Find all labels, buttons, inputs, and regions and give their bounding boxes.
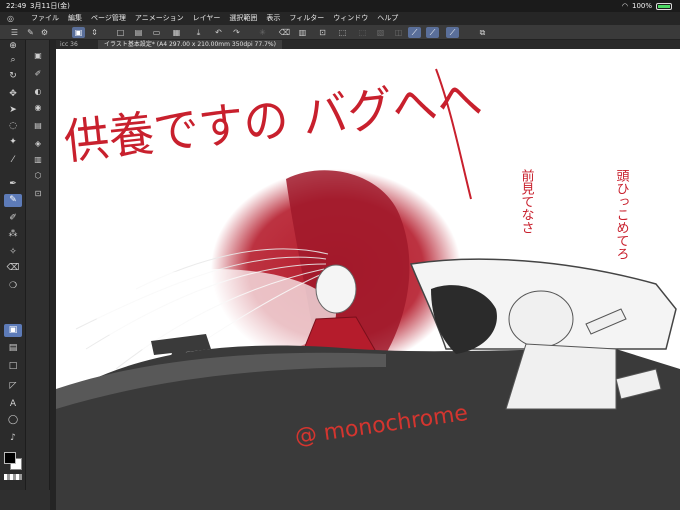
open-folder-icon[interactable]: ▭: [150, 27, 163, 38]
subtool-history-icon[interactable]: ▥: [30, 154, 46, 166]
rotate-icon[interactable]: ↻: [4, 70, 22, 83]
hair-cloud: [96, 269, 336, 359]
fill-icon[interactable]: ▥: [296, 27, 309, 38]
menu-edit[interactable]: 編集: [68, 12, 82, 25]
note-right: 頭ひっこめてろ: [614, 169, 630, 260]
blend-icon[interactable]: ❍: [4, 280, 22, 293]
color-swatch[interactable]: [4, 452, 22, 470]
airbrush-icon[interactable]: ⁂: [4, 228, 22, 241]
subtool-palette-icon[interactable]: ◐: [30, 86, 46, 98]
tab-document[interactable]: イラスト基本設定* (A4 297.00 x 210.00mm 350dpi 7…: [98, 40, 282, 49]
sub-tool-column: ▣ ✐ ◐ ◉ ▤ ◈ ▥ ⬡ ⊡: [26, 40, 50, 220]
clear-icon[interactable]: ⌫: [278, 27, 291, 38]
subtool-ruler-icon[interactable]: ▤: [30, 120, 46, 132]
pointer-icon[interactable]: ➤: [4, 104, 22, 117]
export-icon[interactable]: ⤓: [192, 27, 205, 38]
search-icon[interactable]: ⌕: [4, 54, 22, 67]
subtool-import-icon[interactable]: ⊡: [30, 188, 46, 200]
menu-window[interactable]: ウィンドウ: [333, 12, 368, 25]
ruler-snap-icon[interactable]: ⟋: [408, 27, 421, 38]
battery-percent: 100%: [631, 2, 652, 10]
selection-icon[interactable]: ⬚: [336, 27, 349, 38]
redo-icon[interactable]: ↷: [230, 27, 243, 38]
fill-tool-icon[interactable]: ▣: [4, 324, 22, 337]
eyedropper-icon[interactable]: ⁄: [4, 154, 22, 167]
command-bar: ☰ ✎ ⚙ ▣ ⇕ □ ▤ ▭ ▦ ⤓ ↶ ↷ ✳ ⌫ ▥ ⊡ ⬚ ⬚ ▧ ◫ …: [0, 25, 680, 40]
pen-toggle-icon[interactable]: ✎: [24, 27, 37, 38]
correct-line-icon[interactable]: ♪: [4, 432, 22, 445]
foreground-color[interactable]: [4, 452, 16, 464]
status-time: 22:49: [6, 2, 27, 10]
battery-icon: [656, 2, 672, 10]
transform-icon[interactable]: ⊡: [316, 27, 329, 38]
subtool-navigator-icon[interactable]: ◉: [30, 102, 46, 114]
save-icon[interactable]: ▦: [170, 27, 183, 38]
menu-file[interactable]: ファイル: [31, 12, 59, 25]
move-icon[interactable]: ✥: [4, 88, 22, 101]
subtool-3d-icon[interactable]: ⬡: [30, 170, 46, 182]
app-logo-icon[interactable]: ◎: [7, 12, 17, 25]
menu-selection[interactable]: 選択範囲: [229, 12, 257, 25]
decoration-icon[interactable]: ✧: [4, 246, 22, 259]
magic-wand-icon[interactable]: ✦: [4, 136, 22, 149]
status-date: 3月11日(金): [30, 2, 70, 10]
document-tab-bar: icc 36 イラスト基本設定* (A4 297.00 x 210.00mm 3…: [56, 40, 680, 49]
figure-icon[interactable]: □: [4, 360, 22, 373]
menu-page[interactable]: ページ管理: [91, 12, 126, 25]
drawing-canvas[interactable]: 供養ですの バグへへ 前見てなさ 頭ひっこめてろ @ monochrome: [56, 49, 680, 510]
artwork: 供養ですの バグへへ 前見てなさ 頭ひっこめてろ @ monochrome: [56, 68, 680, 510]
new-file-icon[interactable]: □: [114, 27, 127, 38]
subtool-material-icon[interactable]: ◈: [30, 138, 46, 150]
balloon-icon[interactable]: ◯: [4, 414, 22, 427]
zoom-icon[interactable]: ⊕: [4, 40, 22, 53]
crop-icon[interactable]: ◫: [392, 27, 405, 38]
undo-icon[interactable]: ↶: [212, 27, 225, 38]
pencil-icon[interactable]: ✎: [4, 194, 22, 207]
wifi-icon: ◠: [621, 2, 628, 10]
sub-tool-column-empty: [26, 220, 50, 490]
lasso-icon[interactable]: ◌: [4, 120, 22, 133]
gradient-icon[interactable]: ▤: [4, 342, 22, 355]
transparent-color[interactable]: [4, 474, 22, 480]
tool-bar: ⊕ ⌕ ↻ ✥ ➤ ◌ ✦ ⁄ ✒ ✎ ✐ ⁂ ✧ ⌫ ❍ ▣ ▤ □ ◸ A …: [0, 40, 26, 490]
note-left: 前見てなさ: [519, 168, 535, 234]
chevron-updown-icon[interactable]: ⇕: [88, 27, 101, 38]
invert-selection-icon[interactable]: ▧: [374, 27, 387, 38]
subtool-layer-icon[interactable]: ▣: [30, 50, 46, 62]
subtool-brush-icon[interactable]: ✐: [30, 68, 46, 80]
loading-icon[interactable]: ✳: [256, 27, 269, 38]
tab-small[interactable]: icc 36: [60, 40, 78, 49]
copy-icon[interactable]: ⧉: [476, 27, 489, 38]
menu-filter[interactable]: フィルター: [289, 12, 324, 25]
eraser-icon[interactable]: ⌫: [4, 262, 22, 275]
special-ruler-snap-icon[interactable]: ⟋: [426, 27, 439, 38]
brush-icon[interactable]: ✐: [4, 212, 22, 225]
menu-help[interactable]: ヘルプ: [377, 12, 398, 25]
frame-icon[interactable]: ◸: [4, 380, 22, 393]
canvas-title-text: 供養ですの バグへへ: [61, 71, 485, 171]
open-file-icon[interactable]: ▤: [132, 27, 145, 38]
menu-view[interactable]: 表示: [266, 12, 280, 25]
menu-toggle-icon[interactable]: ☰: [8, 27, 21, 38]
status-right: ◠ 100%: [622, 0, 672, 12]
menu-layer[interactable]: レイヤー: [193, 12, 221, 25]
status-bar: 22:49 3月11日(金) ◠ 100%: [0, 0, 680, 12]
menu-animation[interactable]: アニメーション: [135, 12, 184, 25]
menu-bar: ◎ ファイル 編集 ページ管理 アニメーション レイヤー 選択範囲 表示 フィル…: [0, 12, 680, 25]
pen-icon[interactable]: ✒: [4, 178, 22, 191]
deselect-icon[interactable]: ⬚: [356, 27, 369, 38]
settings-icon[interactable]: ⚙: [38, 27, 51, 38]
text-icon[interactable]: A: [4, 398, 22, 411]
quick-access-icon[interactable]: ▣: [72, 27, 85, 38]
grid-snap-icon[interactable]: ⟋: [446, 27, 459, 38]
